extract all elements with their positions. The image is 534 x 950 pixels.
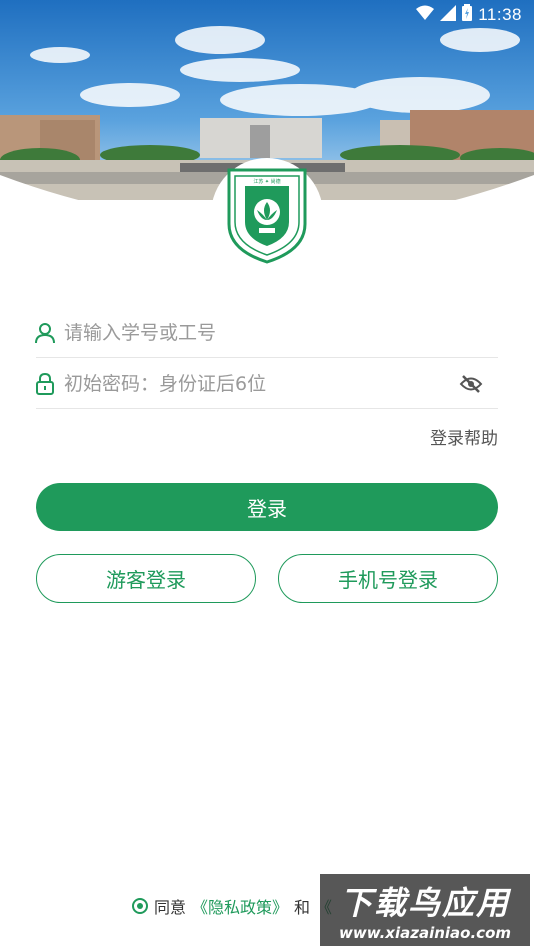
login-help-link[interactable]: 登录帮助 [430, 424, 498, 449]
phone-login-button[interactable]: 手机号登录 [278, 554, 498, 603]
and-text: 和 [294, 898, 311, 917]
svg-text:江苏 ✦ 尚德: 江苏 ✦ 尚德 [253, 178, 280, 185]
agree-text: 同意 [154, 898, 187, 917]
user-icon [34, 322, 56, 344]
lock-icon [34, 372, 56, 395]
login-button[interactable]: 登录 [36, 483, 498, 531]
status-bar: 11:38 [0, 0, 534, 30]
agree-radio[interactable] [132, 898, 148, 914]
watermark-title: 下载鸟应用 [339, 884, 510, 922]
college-logo: 江苏 ✦ 尚德 [211, 158, 323, 270]
status-time: 11:38 [478, 5, 522, 24]
privacy-policy-link[interactable]: 《隐私政策》 [192, 894, 288, 918]
hide-password-icon[interactable] [458, 371, 484, 397]
password-field-row [36, 359, 498, 409]
username-input[interactable] [64, 321, 498, 344]
watermark: 下载鸟应用 www.xiazainiao.com [320, 874, 530, 946]
password-input[interactable] [64, 372, 458, 395]
agreement-row: 同意 《隐私政策》 和 《 [132, 894, 332, 918]
username-field-row [34, 308, 498, 358]
guest-login-button[interactable]: 游客登录 [36, 554, 256, 603]
signal-icon [440, 4, 457, 26]
wifi-icon [416, 5, 435, 26]
watermark-url: www.xiazainiao.com [338, 924, 512, 942]
battery-icon [462, 4, 473, 26]
